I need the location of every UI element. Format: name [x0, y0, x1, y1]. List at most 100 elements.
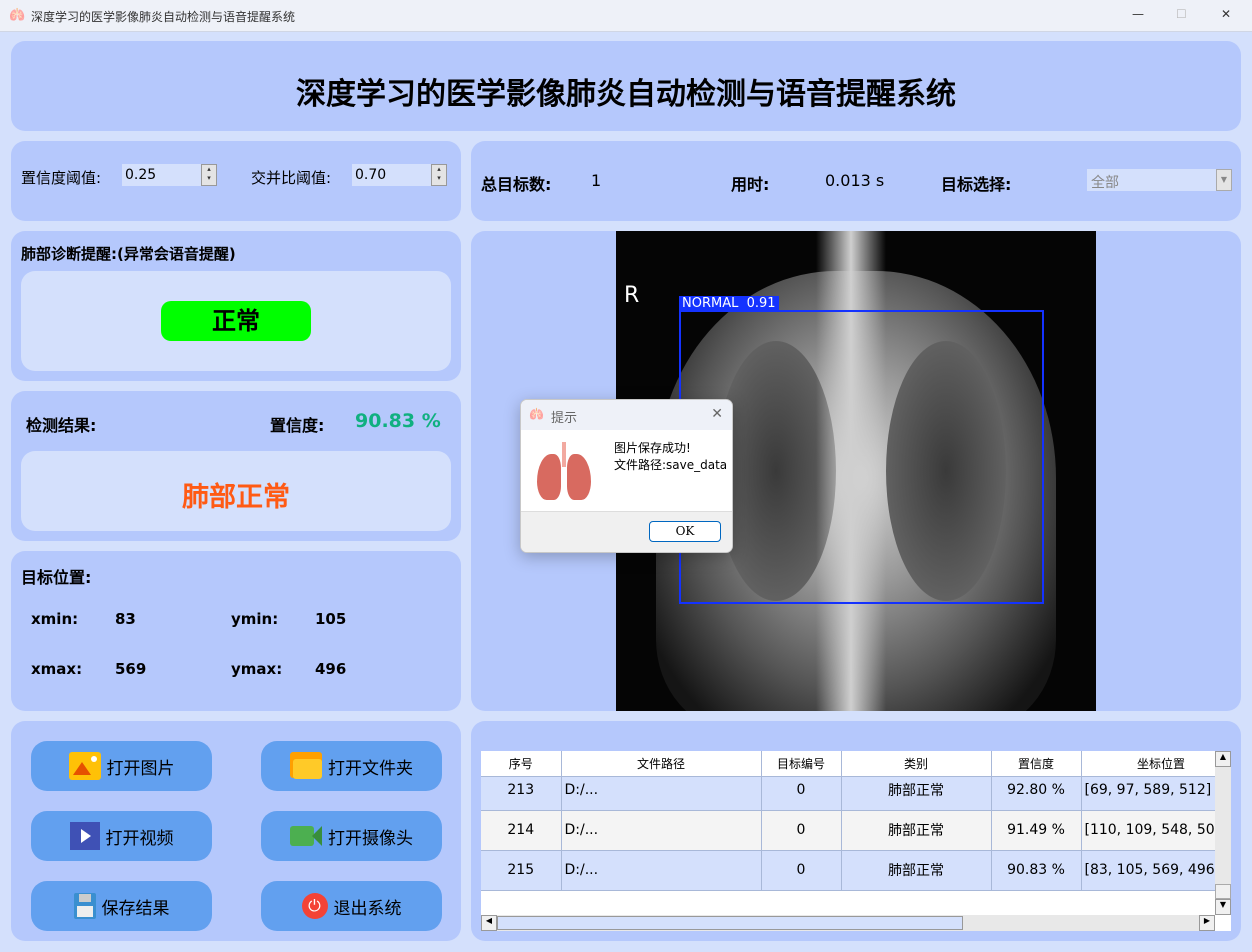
lungs-icon: 🫁	[529, 407, 544, 421]
xmax-label: xmax:	[31, 660, 83, 678]
video-icon	[69, 822, 100, 850]
column-header[interactable]: 目标编号	[761, 751, 842, 777]
iou-threshold-value: 0.70	[355, 167, 387, 183]
scroll-thumb[interactable]	[1215, 884, 1231, 899]
result-box: 肺部正常	[21, 451, 451, 531]
buttons-panel: 打开图片 打开文件夹 打开视频 打开摄像头 保存结果 ⏻ 退出系统	[11, 721, 461, 941]
ymax-label: ymax:	[231, 660, 283, 678]
time-label: 用时:	[731, 175, 770, 194]
ymin-label: ymin:	[231, 610, 279, 628]
folder-icon	[290, 752, 322, 780]
stats-panel: 总目标数: 1 用时: 0.013 s 目标选择: 全部 ▼	[471, 141, 1241, 221]
ymax-value: 496	[315, 660, 347, 678]
xmax-value: 569	[115, 660, 147, 678]
button-label: 退出系统	[333, 898, 402, 919]
table-cell: 215	[481, 850, 562, 891]
close-button[interactable]: ✕	[1221, 7, 1231, 21]
horizontal-scrollbar[interactable]: ◀ ▶	[481, 915, 1215, 931]
spin-arrows[interactable]: ▴ ▾	[201, 164, 217, 186]
position-panel: 目标位置: xmin: 83 ymin: 105 xmax: 569 ymax:…	[11, 551, 461, 711]
column-header[interactable]: 序号	[481, 751, 562, 777]
h-scroll-thumb[interactable]	[497, 916, 963, 930]
button-label: 打开视频	[105, 828, 174, 849]
lungs-image	[535, 442, 595, 502]
params-panel: 置信度阈值: 0.25 ▴ ▾ 交并比阈值: 0.70 ▴ ▾	[11, 141, 461, 221]
camera-icon	[290, 822, 322, 850]
total-targets-label: 总目标数:	[481, 175, 552, 194]
table-cell: 90.83 %	[991, 850, 1082, 891]
title-bar: 🫁 深度学习的医学影像肺炎自动检测与语音提醒系统 — ☐ ✕	[0, 0, 1252, 32]
total-targets-value: 1	[591, 171, 602, 190]
table-cell: 91.49 %	[991, 810, 1082, 851]
button-label: 打开图片	[106, 758, 175, 779]
conf-threshold-value: 0.25	[125, 167, 157, 183]
minimize-button[interactable]: —	[1132, 7, 1144, 21]
position-label: 目标位置:	[21, 568, 92, 587]
dialog-close-button[interactable]: ✕	[711, 406, 723, 422]
chevron-down-icon[interactable]: ▼	[1216, 169, 1232, 191]
save-result-button[interactable]: 保存结果	[31, 881, 212, 931]
ok-button[interactable]: OK	[649, 521, 721, 542]
dialog-footer: OK	[521, 511, 732, 552]
column-header[interactable]: 类别	[841, 751, 992, 777]
exit-button[interactable]: ⏻ 退出系统	[261, 881, 442, 931]
conf-threshold-label: 置信度阈值:	[21, 169, 102, 187]
scroll-down-button[interactable]: ▼	[1215, 899, 1231, 915]
lungs-icon: 🫁	[9, 8, 26, 23]
diagnosis-label: 肺部诊断提醒:(异常会语音提醒)	[21, 245, 236, 263]
table-header: 序号 文件路径 目标编号 类别 置信度 坐标位置	[481, 751, 1231, 777]
diagnosis-status-badge: 正常	[161, 301, 311, 341]
column-header[interactable]: 文件路径	[561, 751, 762, 777]
open-folder-button[interactable]: 打开文件夹	[261, 741, 442, 791]
dialog-message: 图片保存成功! 文件路径:save_data	[614, 440, 727, 474]
table-cell: D:/...	[561, 850, 762, 891]
time-value: 0.013 s	[825, 171, 885, 190]
scroll-right-button[interactable]: ▶	[1199, 915, 1215, 931]
power-icon: ⏻	[301, 893, 328, 919]
column-header[interactable]: 坐标位置	[1081, 751, 1231, 777]
iou-threshold-spinbox[interactable]: 0.70 ▴ ▾	[352, 164, 447, 186]
diagnosis-box: 正常	[21, 271, 451, 371]
scroll-left-button[interactable]: ◀	[481, 915, 497, 931]
confidence-label: 置信度:	[270, 416, 325, 435]
window-title: 深度学习的医学影像肺炎自动检测与语音提醒系统	[31, 10, 296, 24]
message-dialog: 🫁 提示 ✕ 图片保存成功! 文件路径:save_data OK	[520, 399, 733, 553]
conf-threshold-spinbox[interactable]: 0.25 ▴ ▾	[122, 164, 217, 186]
xmin-label: xmin:	[31, 610, 79, 628]
result-text: 肺部正常	[182, 482, 290, 513]
table-row[interactable]: 215 D:/... 0 肺部正常 90.83 % [83, 105, 569, 496]	[481, 850, 1231, 891]
table-cell: 肺部正常	[841, 810, 992, 851]
scroll-up-button[interactable]: ▲	[1215, 751, 1231, 767]
table-cell: D:/...	[561, 810, 762, 851]
xmin-value: 83	[115, 610, 136, 628]
header-panel: 深度学习的医学影像肺炎自动检测与语音提醒系统	[11, 41, 1241, 131]
results-table[interactable]: 212D:/...0肺部正常91.72 %[65, 100, 567, 512]…	[481, 751, 1231, 931]
side-marker: R	[624, 283, 640, 308]
dialog-line-2: 文件路径:save_data	[614, 458, 728, 472]
dialog-title: 提示	[551, 411, 578, 426]
result-panel: 检测结果: 置信度: 90.83 % 肺部正常	[11, 391, 461, 541]
page-title: 深度学习的医学影像肺炎自动检测与语音提醒系统	[296, 77, 956, 112]
table-cell: [110, 109, 548, 501]	[1081, 810, 1231, 851]
open-camera-button[interactable]: 打开摄像头	[261, 811, 442, 861]
detection-box: NORMAL 0.91	[679, 296, 1044, 604]
target-select-dropdown[interactable]: 全部 ▼	[1087, 169, 1232, 191]
maximize-button[interactable]: ☐	[1176, 7, 1187, 21]
table-row[interactable]: 214 D:/... 0 肺部正常 91.49 % [110, 109, 548, 501…	[481, 810, 1231, 851]
button-label: 保存结果	[101, 898, 170, 919]
open-image-button[interactable]: 打开图片	[31, 741, 212, 791]
spin-arrows[interactable]: ▴ ▾	[431, 164, 447, 186]
button-label: 打开文件夹	[328, 758, 413, 779]
target-select-value: 全部	[1091, 175, 1119, 191]
table-cell: 0	[761, 810, 842, 851]
dialog-line-1: 图片保存成功!	[614, 441, 691, 455]
confidence-value: 90.83 %	[355, 410, 441, 432]
image-icon	[68, 752, 101, 780]
table-cell: 0	[761, 850, 842, 891]
result-label: 检测结果:	[26, 416, 97, 435]
table-panel: 212D:/...0肺部正常91.72 %[65, 100, 567, 512]…	[471, 721, 1241, 941]
vertical-scrollbar[interactable]: ▲ ▼	[1215, 751, 1231, 915]
open-video-button[interactable]: 打开视频	[31, 811, 212, 861]
iou-threshold-label: 交并比阈值:	[251, 169, 332, 187]
column-header[interactable]: 置信度	[991, 751, 1082, 777]
